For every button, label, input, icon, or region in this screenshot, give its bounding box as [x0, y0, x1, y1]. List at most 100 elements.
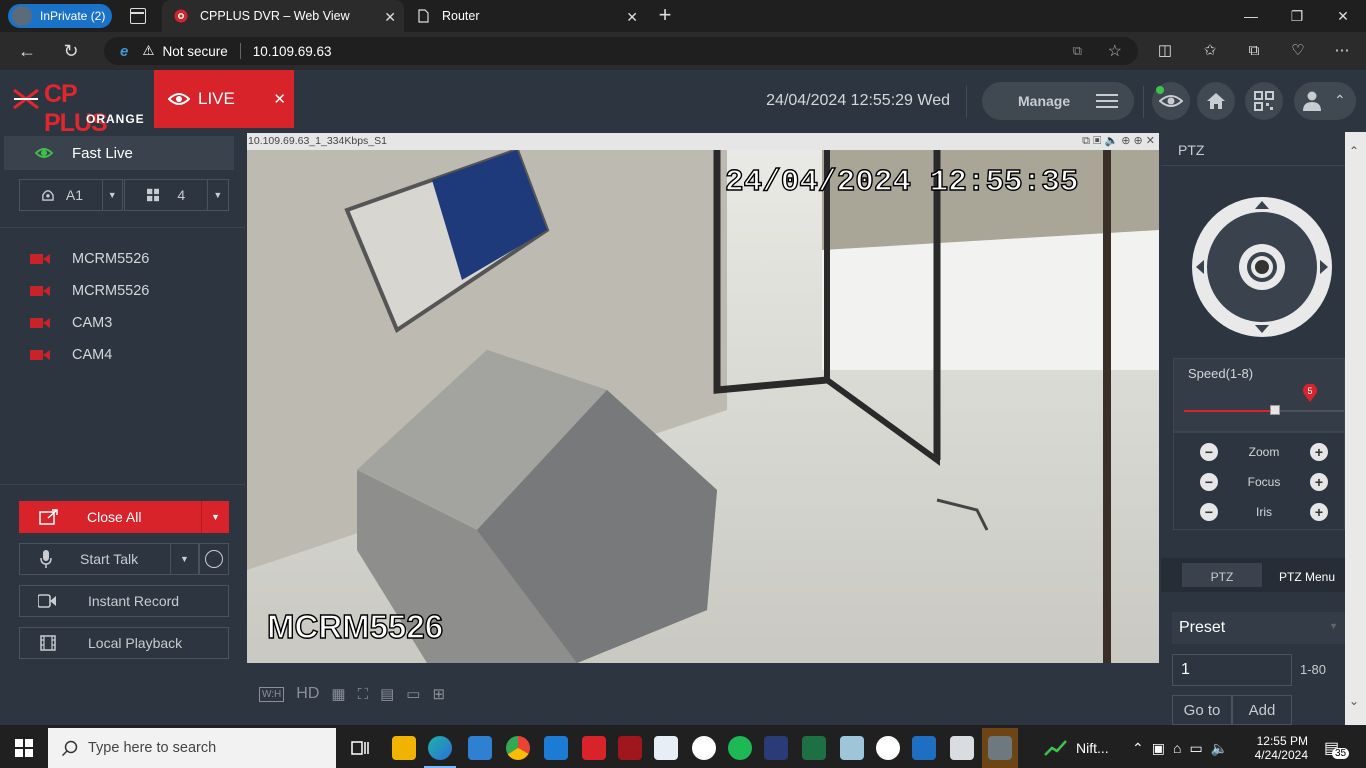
clock[interactable]: 12:55 PM 4/24/2024 — [1252, 728, 1308, 768]
start-talk-button[interactable]: Start Talk ▼ — [19, 543, 199, 575]
notification-center-button[interactable]: ▤ 35 — [1324, 728, 1350, 768]
preset-number-input[interactable]: 1 — [1172, 654, 1292, 686]
app-available-icon[interactable]: ⧉ — [1073, 43, 1082, 59]
network-icon[interactable]: ⌂ — [1173, 740, 1181, 756]
search-icon — [62, 740, 78, 756]
tab-live[interactable]: LIVE ✕ — [154, 70, 294, 128]
aspect-ratio-button[interactable]: W:H — [259, 686, 285, 702]
close-all-button[interactable]: Close All ▼ — [19, 501, 229, 533]
scroll-down-icon[interactable]: ⌄ — [1349, 694, 1359, 708]
more-menu-icon[interactable]: ⋯ — [1332, 41, 1352, 61]
goto-preset-button[interactable]: Go to — [1172, 695, 1232, 725]
online-status-dot — [1156, 86, 1164, 94]
anydesk-icon[interactable] — [582, 736, 606, 760]
display-icon[interactable]: ▭ — [1189, 740, 1202, 757]
speed-slider-track[interactable] — [1184, 405, 1344, 415]
inprivate-badge[interactable]: InPrivate (2) — [8, 4, 112, 28]
speed-control: Speed(1-8) 5 — [1173, 358, 1345, 432]
layout-quad-icon[interactable]: ⊞ — [432, 685, 445, 703]
excel-icon[interactable] — [802, 736, 826, 760]
local-playback-button[interactable]: Local Playback — [19, 627, 229, 659]
chevron-up-icon[interactable]: ⌃ — [1132, 740, 1144, 757]
favorites-icon[interactable]: ✩ — [1200, 41, 1220, 61]
windows-logo-icon — [15, 739, 33, 757]
ptz-scrollbar[interactable]: ⌃ ⌄ — [1345, 132, 1366, 725]
address-bar[interactable]: e ⚠ Not secure 10.109.69.63 ⧉ ☆ — [104, 37, 1138, 65]
manage-button[interactable]: Manage — [982, 82, 1134, 120]
tab-ptz-menu[interactable]: PTZ Menu — [1279, 563, 1345, 587]
security-indicator[interactable]: ⚠ Not secure — [142, 43, 227, 59]
app-icon[interactable] — [840, 736, 864, 760]
layout-single-icon[interactable]: ▭ — [406, 685, 420, 703]
split-screen-icon[interactable]: ◫ — [1155, 41, 1175, 61]
camera-list-item[interactable]: MCRM5526 — [30, 281, 149, 301]
layout-single-bar-icon[interactable]: ▤ — [380, 685, 394, 703]
live-view-button[interactable] — [1152, 82, 1190, 120]
browser-essentials-icon[interactable]: ♡ — [1288, 41, 1308, 61]
taskbar-search[interactable]: Type here to search — [48, 728, 336, 768]
instant-record-button[interactable]: Instant Record — [19, 585, 229, 617]
tab-ptz[interactable]: PTZ — [1182, 563, 1262, 587]
close-tab-icon[interactable]: ✕ — [384, 9, 396, 26]
device-icon[interactable]: ▣ — [1152, 740, 1165, 757]
restore-icon[interactable]: ❐ — [1274, 0, 1320, 32]
user-menu-button[interactable]: ⌃ — [1294, 82, 1356, 120]
home-button[interactable] — [1197, 82, 1235, 120]
fast-live-header[interactable]: Fast Live — [4, 136, 234, 170]
fullscreen-icon[interactable]: ⛶ — [358, 686, 369, 703]
tab-router[interactable]: Router ✕ — [404, 0, 646, 32]
close-window-icon[interactable]: ✕ — [1320, 0, 1366, 32]
stream-quality-icon[interactable]: ▦ — [331, 685, 345, 703]
warning-icon: ⚠ — [142, 43, 155, 58]
spotify-icon[interactable] — [728, 736, 752, 760]
scroll-up-icon[interactable]: ⌃ — [1349, 144, 1359, 158]
video-window-controls[interactable]: ⧉ ▣ 🔈 ⊕ ⊕ ✕ — [1082, 133, 1155, 150]
microsoft-store-icon[interactable] — [468, 736, 492, 760]
zoom-in-button[interactable]: + — [1310, 443, 1328, 461]
qr-code-button[interactable] — [1245, 82, 1283, 120]
refresh-icon[interactable]: ↻ — [60, 40, 82, 62]
tab-title: Router — [442, 9, 480, 23]
app-icon[interactable] — [764, 736, 788, 760]
tab-cpplus[interactable]: CPPLUS DVR – Web View ✕ — [162, 0, 404, 32]
tab-actions-icon[interactable] — [130, 8, 146, 24]
tally-icon[interactable] — [618, 736, 642, 760]
close-all-dropdown-icon[interactable]: ▼ — [201, 501, 229, 533]
camera-video-feed[interactable]: 24/04/2024 12:55:35 MCRM5526 — [247, 150, 1159, 663]
teamviewer-icon[interactable] — [876, 736, 900, 760]
chrome-icon[interactable] — [506, 736, 530, 760]
iris-plus-button[interactable]: + — [1310, 503, 1328, 521]
back-icon[interactable]: ← — [16, 40, 38, 62]
favorite-star-icon[interactable]: ☆ — [1108, 41, 1122, 61]
collections-icon[interactable]: ⧉ — [1244, 41, 1264, 61]
stocks-widget[interactable]: Nift... — [1044, 728, 1109, 768]
ie-mode-icon[interactable]: e — [120, 43, 128, 60]
talk-status-toggle[interactable] — [199, 543, 229, 575]
speed-slider-thumb[interactable] — [1270, 405, 1281, 415]
start-button[interactable] — [0, 728, 48, 768]
channel-select[interactable]: A1 ▼ — [19, 179, 123, 211]
mail-icon[interactable] — [544, 736, 568, 760]
whatsapp-icon[interactable] — [692, 736, 716, 760]
talk-dropdown-icon[interactable]: ▼ — [170, 544, 198, 574]
camera-list-item[interactable]: CAM4 — [30, 345, 112, 365]
preset-select[interactable]: Preset ▼ — [1172, 612, 1346, 644]
camera-list-item[interactable]: MCRM5526 — [30, 249, 149, 269]
ptz-direction-pad[interactable] — [1191, 196, 1333, 338]
vs-code-icon[interactable] — [912, 736, 936, 760]
task-view-icon[interactable] — [348, 736, 372, 760]
hd-button[interactable]: HD — [296, 685, 319, 703]
focus-plus-button[interactable]: + — [1310, 473, 1328, 491]
new-tab-button[interactable]: + — [654, 3, 676, 27]
notepad-icon[interactable] — [654, 736, 678, 760]
close-live-tab-icon[interactable]: ✕ — [273, 90, 286, 108]
app-icon[interactable] — [950, 736, 974, 760]
layout-select[interactable]: 4 ▼ — [124, 179, 229, 211]
add-preset-button[interactable]: Add — [1232, 695, 1292, 725]
close-tab-icon[interactable]: ✕ — [626, 9, 638, 26]
edge-browser-icon[interactable] — [428, 736, 452, 760]
minimize-icon[interactable]: — — [1228, 0, 1274, 32]
camera-list-item[interactable]: CAM3 — [30, 313, 112, 333]
file-explorer-icon[interactable] — [392, 736, 416, 760]
volume-icon[interactable]: 🔈 — [1211, 740, 1228, 757]
